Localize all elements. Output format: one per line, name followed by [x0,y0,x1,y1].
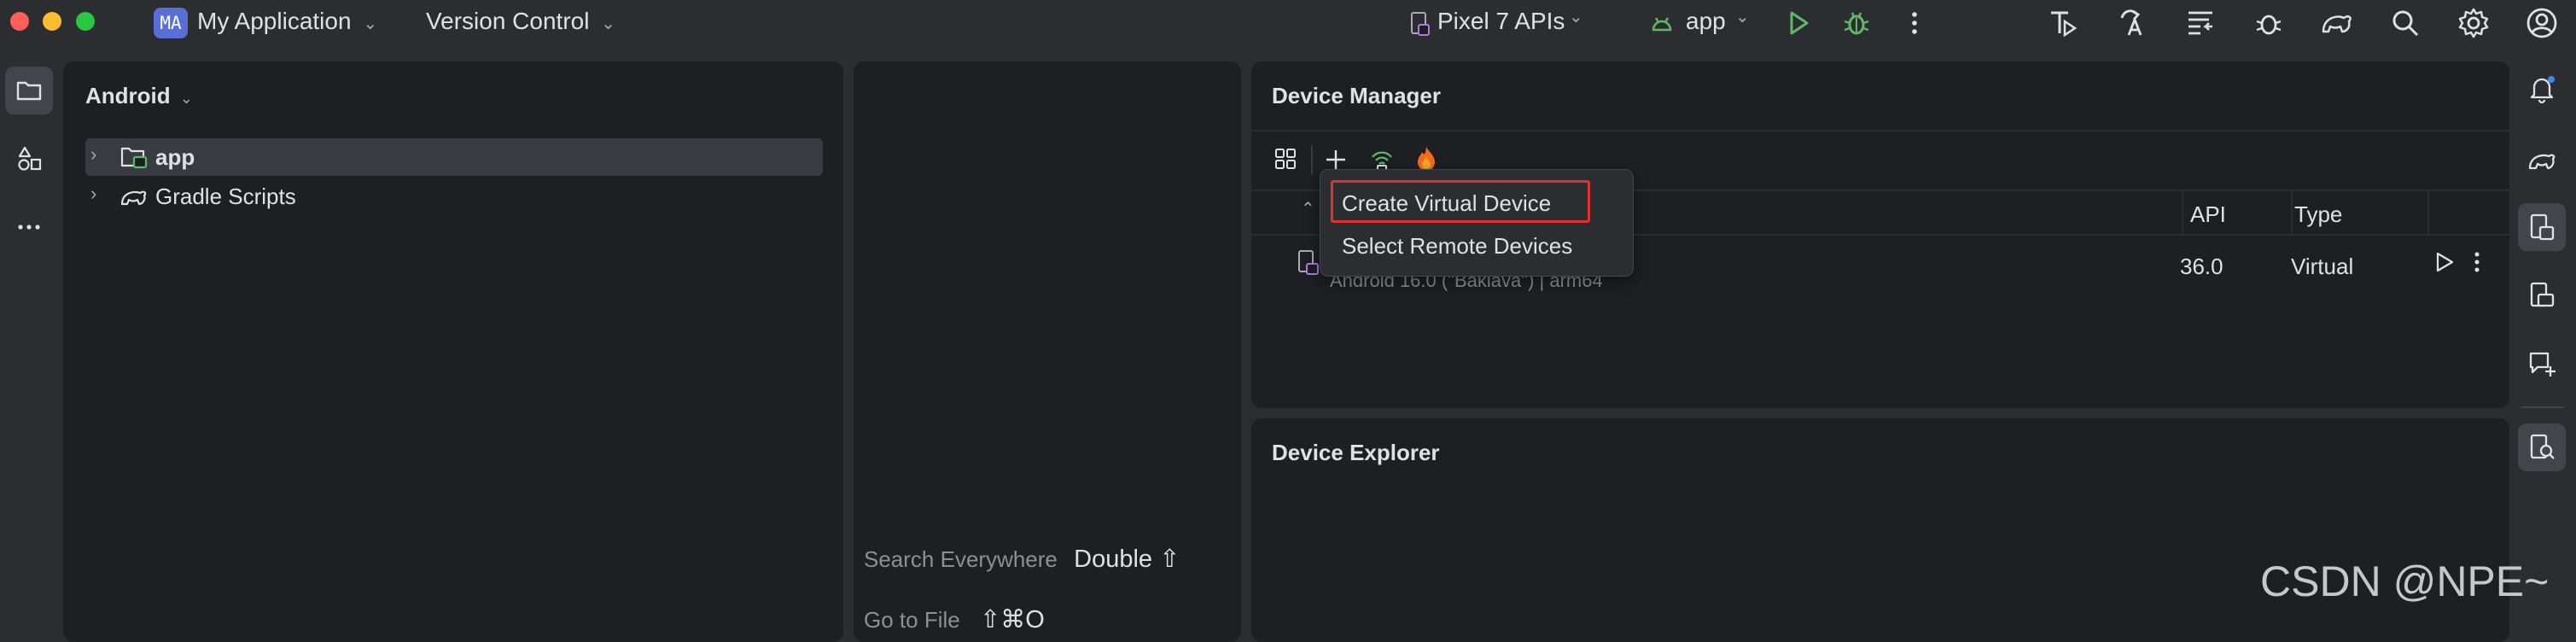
gradle-icon[interactable] [2320,6,2354,40]
chevron-right-icon[interactable]: › [90,143,96,166]
run-config-selector[interactable]: app ⌄ [1650,8,1761,38]
chat-plus-icon [2529,352,2556,376]
device-manager-title: Device Manager [1272,83,1441,108]
chevron-down-icon: ⌄ [363,15,378,33]
chevron-down-icon: ⌄ [601,15,615,33]
tree-row-label: Gradle Scripts [155,184,296,209]
account-icon[interactable] [2525,6,2559,40]
more-actions-icon[interactable] [2468,249,2486,275]
running-devices-icon [2530,282,2555,307]
hint-action: Search Everywhere [864,546,1058,572]
gear-icon[interactable] [2457,6,2491,40]
watermark: CSDN @NPE~ [2260,557,2550,605]
column-separator [2182,191,2183,234]
project-panel: Android ⌄ › app › Gradle Scripts [63,61,843,642]
gradle-tool-button[interactable] [2518,137,2566,184]
chevron-down-icon: ⌄ [179,90,193,107]
device-explorer-tool-button[interactable] [2518,423,2566,471]
assistant-tool-button[interactable] [2518,340,2566,388]
debug-icon[interactable] [1839,6,1874,40]
apply-code-changes-icon[interactable] [2115,6,2149,40]
project-name: My Application [197,8,352,34]
more-tool-windows-button[interactable] [5,203,53,251]
group-by-icon[interactable] [1273,147,1299,172]
minimize-window-button[interactable] [43,12,61,31]
menu-item-label: Select Remote Devices [1342,233,1573,259]
module-folder-icon [120,147,148,169]
project-view-label: Android [85,83,171,108]
project-name-menu[interactable]: My Application ⌄ [197,8,377,35]
hint-search-everywhere: Search Everywhere Double ⇧ [864,544,1180,574]
column-separator [2291,191,2293,234]
android-icon [1652,17,1672,32]
chevron-down-icon: ⌄ [1569,8,1583,26]
tree-row-label: app [155,144,195,170]
device-explorer-panel: Device Explorer [1251,418,2509,642]
close-window-button[interactable] [10,12,29,31]
sync-project-icon[interactable] [2183,6,2218,40]
phone-icon [1411,12,1430,36]
device-explorer-icon [2530,434,2555,459]
right-tool-rail [2509,46,2576,632]
gradle-icon [2528,154,2556,170]
hint-shortcut: Double ⇧ [1074,546,1180,573]
hint-go-to-file: Go to File ⇧⌘O [864,604,1045,634]
add-device-menu: Create Virtual Device Select Remote Devi… [1320,169,1634,277]
virtual-device-icon [1298,250,1319,275]
more-actions-icon[interactable] [1897,6,1932,40]
column-separator [2427,191,2429,234]
divider [2521,406,2564,408]
tree-row-gradle-scripts[interactable]: › Gradle Scripts [85,178,823,215]
hint-action: Go to File [864,607,960,633]
left-tool-rail [0,46,63,632]
device-manager-icon [2530,213,2555,241]
folder-icon [16,81,42,101]
resource-manager-tool-button[interactable] [5,135,53,183]
menu-item-label: Create Virtual Device [1342,190,1552,216]
device-explorer-title: Device Explorer [1272,440,1440,465]
project-view-selector[interactable]: Android ⌄ [85,83,193,109]
run-icon[interactable] [1781,6,1815,40]
launch-device-icon[interactable] [2431,249,2457,275]
shapes-icon [18,146,42,171]
device-manager-tool-button[interactable] [2518,203,2566,251]
version-control-menu[interactable]: Version Control ⌄ [426,8,615,35]
menu-item-create-virtual-device[interactable]: Create Virtual Device [1331,180,1590,223]
column-header-type[interactable]: Type [2294,201,2342,228]
project-badge[interactable]: MA [154,8,188,38]
running-devices-tool-button[interactable] [2518,271,2566,319]
divider [1251,130,2509,131]
device-api: 36.0 [2180,254,2223,279]
tree-row-app[interactable]: › app [85,138,823,176]
chevron-down-icon: ⌄ [1735,8,1750,26]
toolbar-separator [1311,145,1313,174]
zoom-window-button[interactable] [76,12,95,31]
project-tool-button[interactable] [5,67,53,114]
more-horizontal-icon [18,225,40,230]
editor-area: Search Everywhere Double ⇧ Go to File ⇧⌘… [854,61,1241,642]
device-type: Virtual [2291,254,2354,279]
apply-changes-icon[interactable] [2046,6,2080,40]
version-control-label: Version Control [426,8,590,34]
gradle-icon [120,190,147,206]
notifications-tool-button[interactable] [2518,65,2566,113]
device-label: Pixel 7 APIs [1437,8,1565,34]
sort-ascending-icon[interactable]: ⌃ [1301,198,1315,219]
device-selector[interactable]: Pixel 7 APIs ⌄ [1408,8,1588,38]
title-bar: MA My Application ⌄ Version Control ⌄ Pi… [0,0,2576,46]
run-config-label: app [1686,8,1726,34]
search-icon[interactable] [2388,6,2422,40]
bell-icon [2530,76,2555,103]
menu-item-select-remote-devices[interactable]: Select Remote Devices [1331,226,1621,266]
profiler-bug-icon[interactable] [2252,6,2286,40]
chevron-right-icon[interactable]: › [90,183,96,205]
column-header-api[interactable]: API [2190,201,2226,228]
hint-shortcut: ⇧⌘O [979,606,1045,633]
